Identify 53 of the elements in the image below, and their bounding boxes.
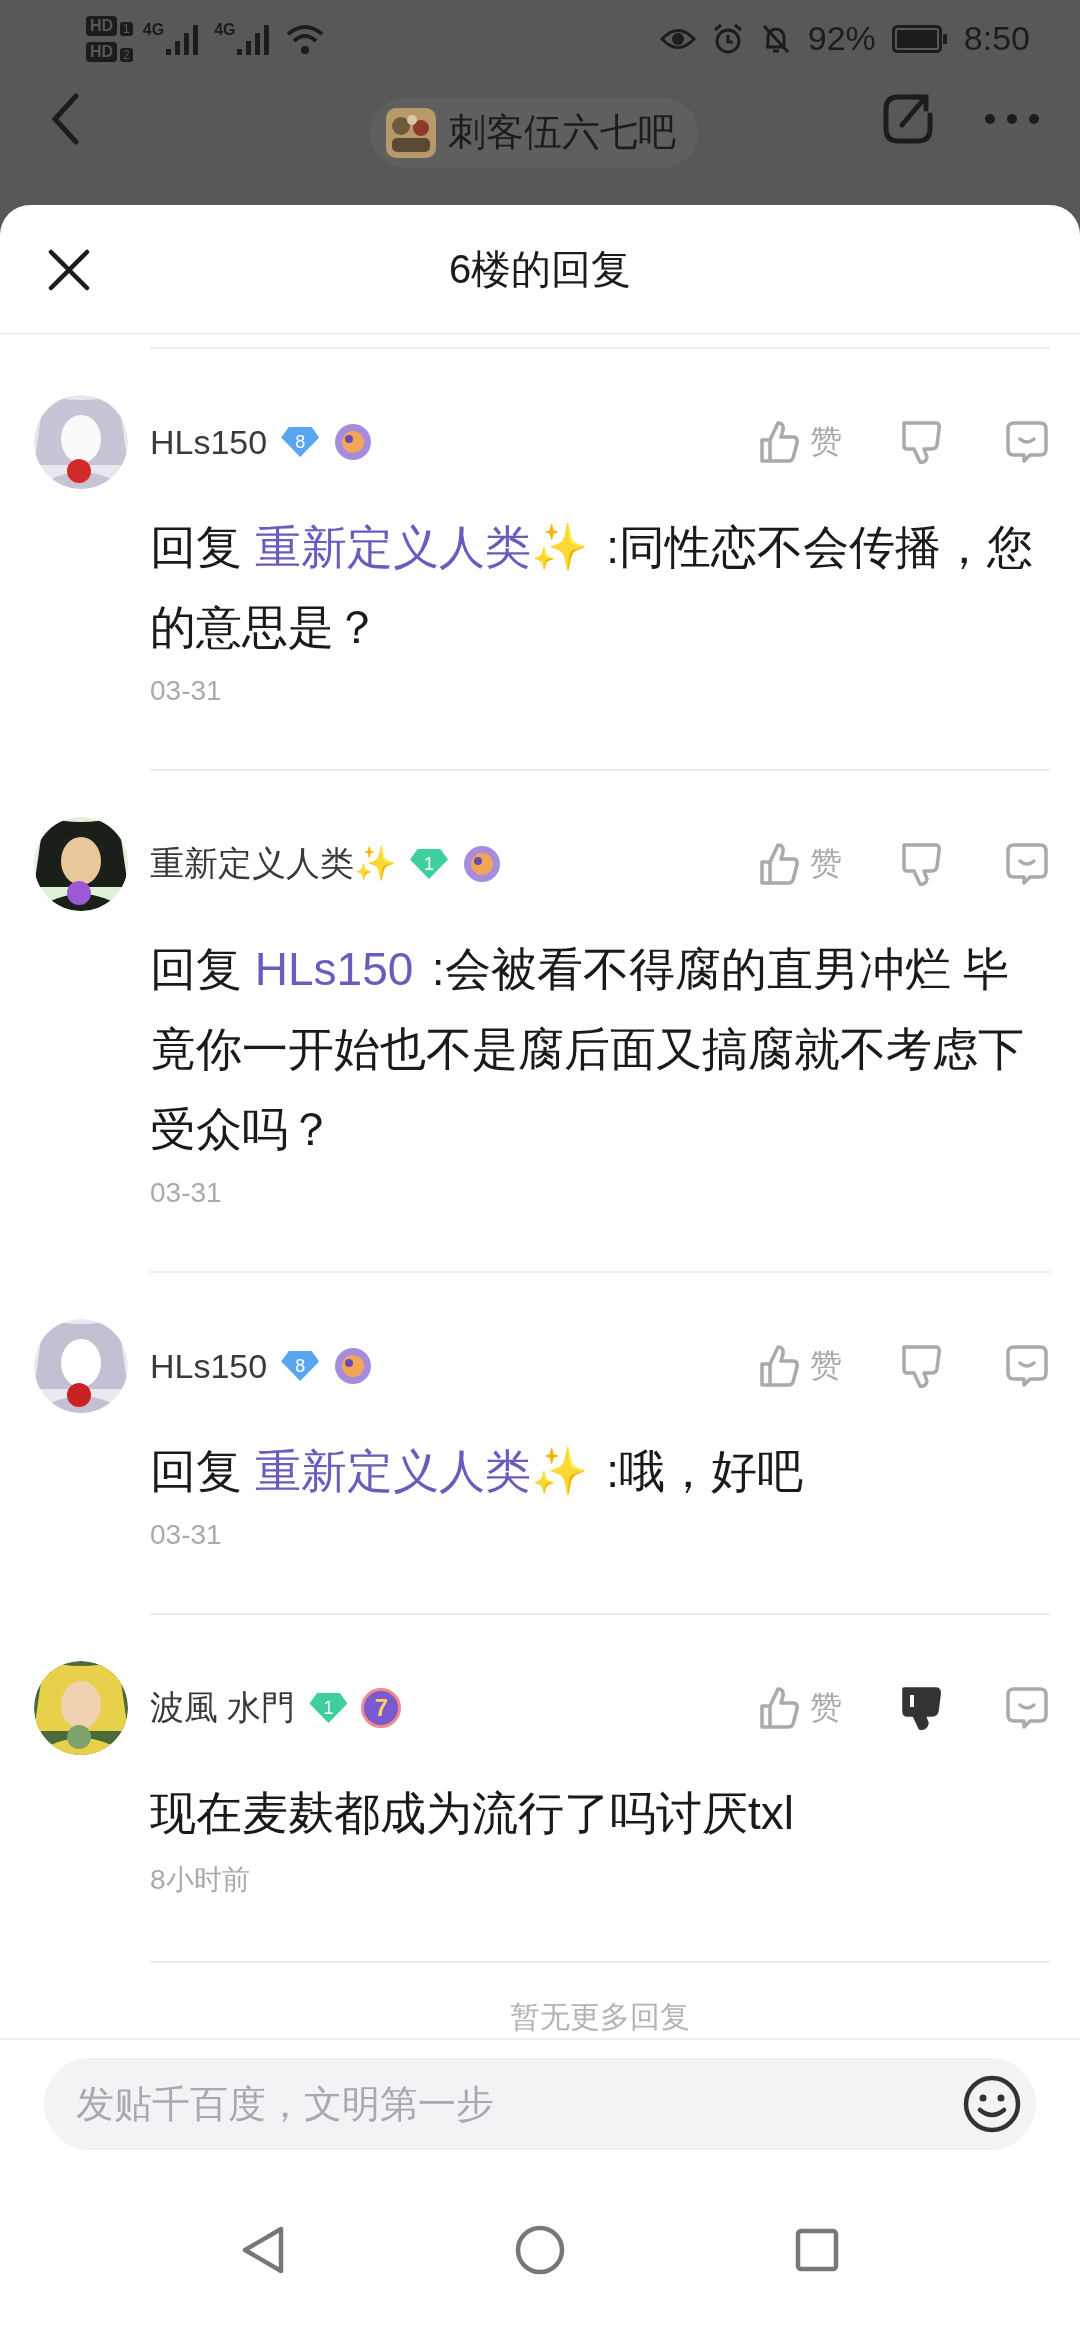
thumb-up-icon [758, 1686, 800, 1730]
sim-indicator: HD 1 [86, 15, 133, 36]
user-name[interactable]: 重新定义人类✨ [150, 841, 396, 887]
level-badge: 8 [281, 1351, 320, 1381]
user-name[interactable]: 波風 水門 [150, 1685, 296, 1731]
mention-link[interactable]: 重新定义人类✨ [254, 1445, 588, 1497]
level-badge: 1 [410, 849, 448, 879]
comment-icon[interactable] [1004, 1343, 1050, 1389]
medal-icon [333, 422, 374, 462]
comment-field[interactable]: 发贴千百度，文明第一步 [44, 2058, 1036, 2150]
reply-date: 03-31 [150, 1177, 222, 1209]
sim-indicator: HD 2 [86, 41, 133, 62]
comment-icon[interactable] [1004, 1685, 1050, 1731]
clock-time: 8:50 [963, 19, 1030, 59]
reply-date: 03-31 [150, 1519, 222, 1551]
alarm-icon [711, 22, 744, 55]
battery-icon [891, 24, 948, 53]
medal-icon [333, 1346, 374, 1386]
mention-link[interactable]: HLs150 [254, 943, 414, 995]
reply-text: 回复 HLs150 :会被看不得腐的直男冲烂 毕竟你一开始也不是腐后面又搞腐就不考虑下受众吗？ [150, 942, 1025, 1157]
reply-text: 回复 重新定义人类✨ :同性恋不会传播，您的意思是？ [150, 520, 1034, 655]
comment-icon[interactable] [1004, 841, 1050, 887]
home-icon[interactable] [515, 2225, 565, 2275]
thumb-up-icon [758, 842, 800, 886]
back-nav-icon[interactable] [241, 2225, 285, 2275]
battery-percent: 92% [807, 19, 876, 59]
back-icon[interactable] [50, 92, 80, 145]
more-icon[interactable] [984, 112, 1040, 125]
recents-icon[interactable] [795, 2228, 839, 2272]
thumb-down-icon[interactable] [900, 1685, 942, 1731]
reply-date: 8小时前 [150, 1863, 250, 1897]
thumb-down-icon[interactable] [900, 419, 942, 465]
reply-text: 现在麦麸都成为流行了吗讨厌txl [150, 1786, 795, 1841]
network-label: 4G [142, 20, 165, 39]
network-label: 4G [214, 20, 236, 39]
reply-text: 回复 重新定义人类✨ :哦，好吧 [150, 1444, 804, 1499]
reply-date: 03-31 [150, 675, 222, 707]
close-icon[interactable] [48, 249, 90, 291]
user-name[interactable]: HLs150 [150, 1346, 268, 1386]
sheet-title: 6楼的回复 [448, 245, 632, 293]
comment-icon[interactable] [1004, 419, 1050, 465]
end-note: 暂无更多回复 [150, 1961, 1050, 2038]
thumb-down-icon[interactable] [900, 841, 942, 887]
medal-icon [462, 844, 502, 884]
mention-link[interactable]: 重新定义人类✨ [254, 521, 588, 573]
level-badge: 8 [281, 427, 320, 457]
medal-badge: 7 [361, 1688, 402, 1728]
thumb-up-icon [758, 420, 800, 464]
thumb-down-icon[interactable] [900, 1343, 942, 1389]
thumb-up-icon [758, 1344, 800, 1388]
emoji-icon[interactable] [962, 2074, 1022, 2134]
level-badge: 1 [309, 1693, 348, 1723]
user-name[interactable]: HLs150 [150, 422, 268, 462]
